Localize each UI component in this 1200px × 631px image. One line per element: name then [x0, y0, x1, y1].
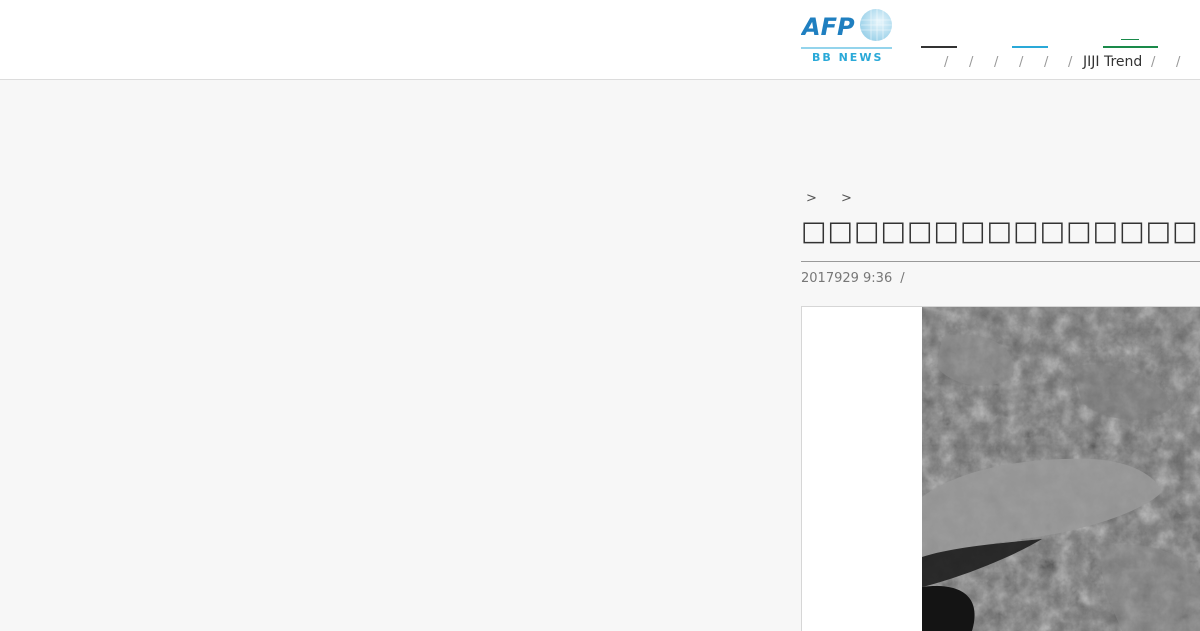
article-date: 2017929 9:36: [801, 271, 893, 286]
nav-item-indicator-1[interactable]: [921, 46, 957, 48]
breadcrumb-separator: >: [806, 191, 817, 206]
article-title: □□□□□□□□□□□□□□□□□ESA□: [801, 216, 1200, 247]
nav-separator: /: [969, 55, 974, 70]
nav-link-jiji-trend[interactable]: JIJI Trend: [1083, 54, 1142, 70]
nav-separator: /: [1068, 55, 1073, 70]
breadcrumb-separator: >: [841, 191, 852, 206]
nav-separator: /: [1151, 55, 1156, 70]
site-header: AFP BB NEWS / / / / / / JIJI Trend / /: [0, 0, 1200, 80]
nav-item-dash: [1121, 39, 1139, 40]
nav-separator: /: [1019, 55, 1024, 70]
nav-item-indicator-2[interactable]: [1012, 46, 1048, 48]
nav-separator: /: [1044, 55, 1049, 70]
article-meta: 2017929 9:36 /: [801, 271, 905, 286]
meta-separator: /: [900, 271, 905, 286]
logo-subtitle: BB NEWS: [812, 51, 884, 64]
nav-separator: /: [944, 55, 949, 70]
title-divider: [801, 261, 1200, 262]
logo-brand-text: AFP: [801, 13, 855, 41]
nav-item-indicator-3[interactable]: [1103, 46, 1158, 48]
nav-separator: /: [994, 55, 999, 70]
comet-surface-photo[interactable]: [922, 307, 1200, 631]
article-image-frame[interactable]: [801, 306, 1200, 631]
nav-separator: /: [1176, 55, 1181, 70]
